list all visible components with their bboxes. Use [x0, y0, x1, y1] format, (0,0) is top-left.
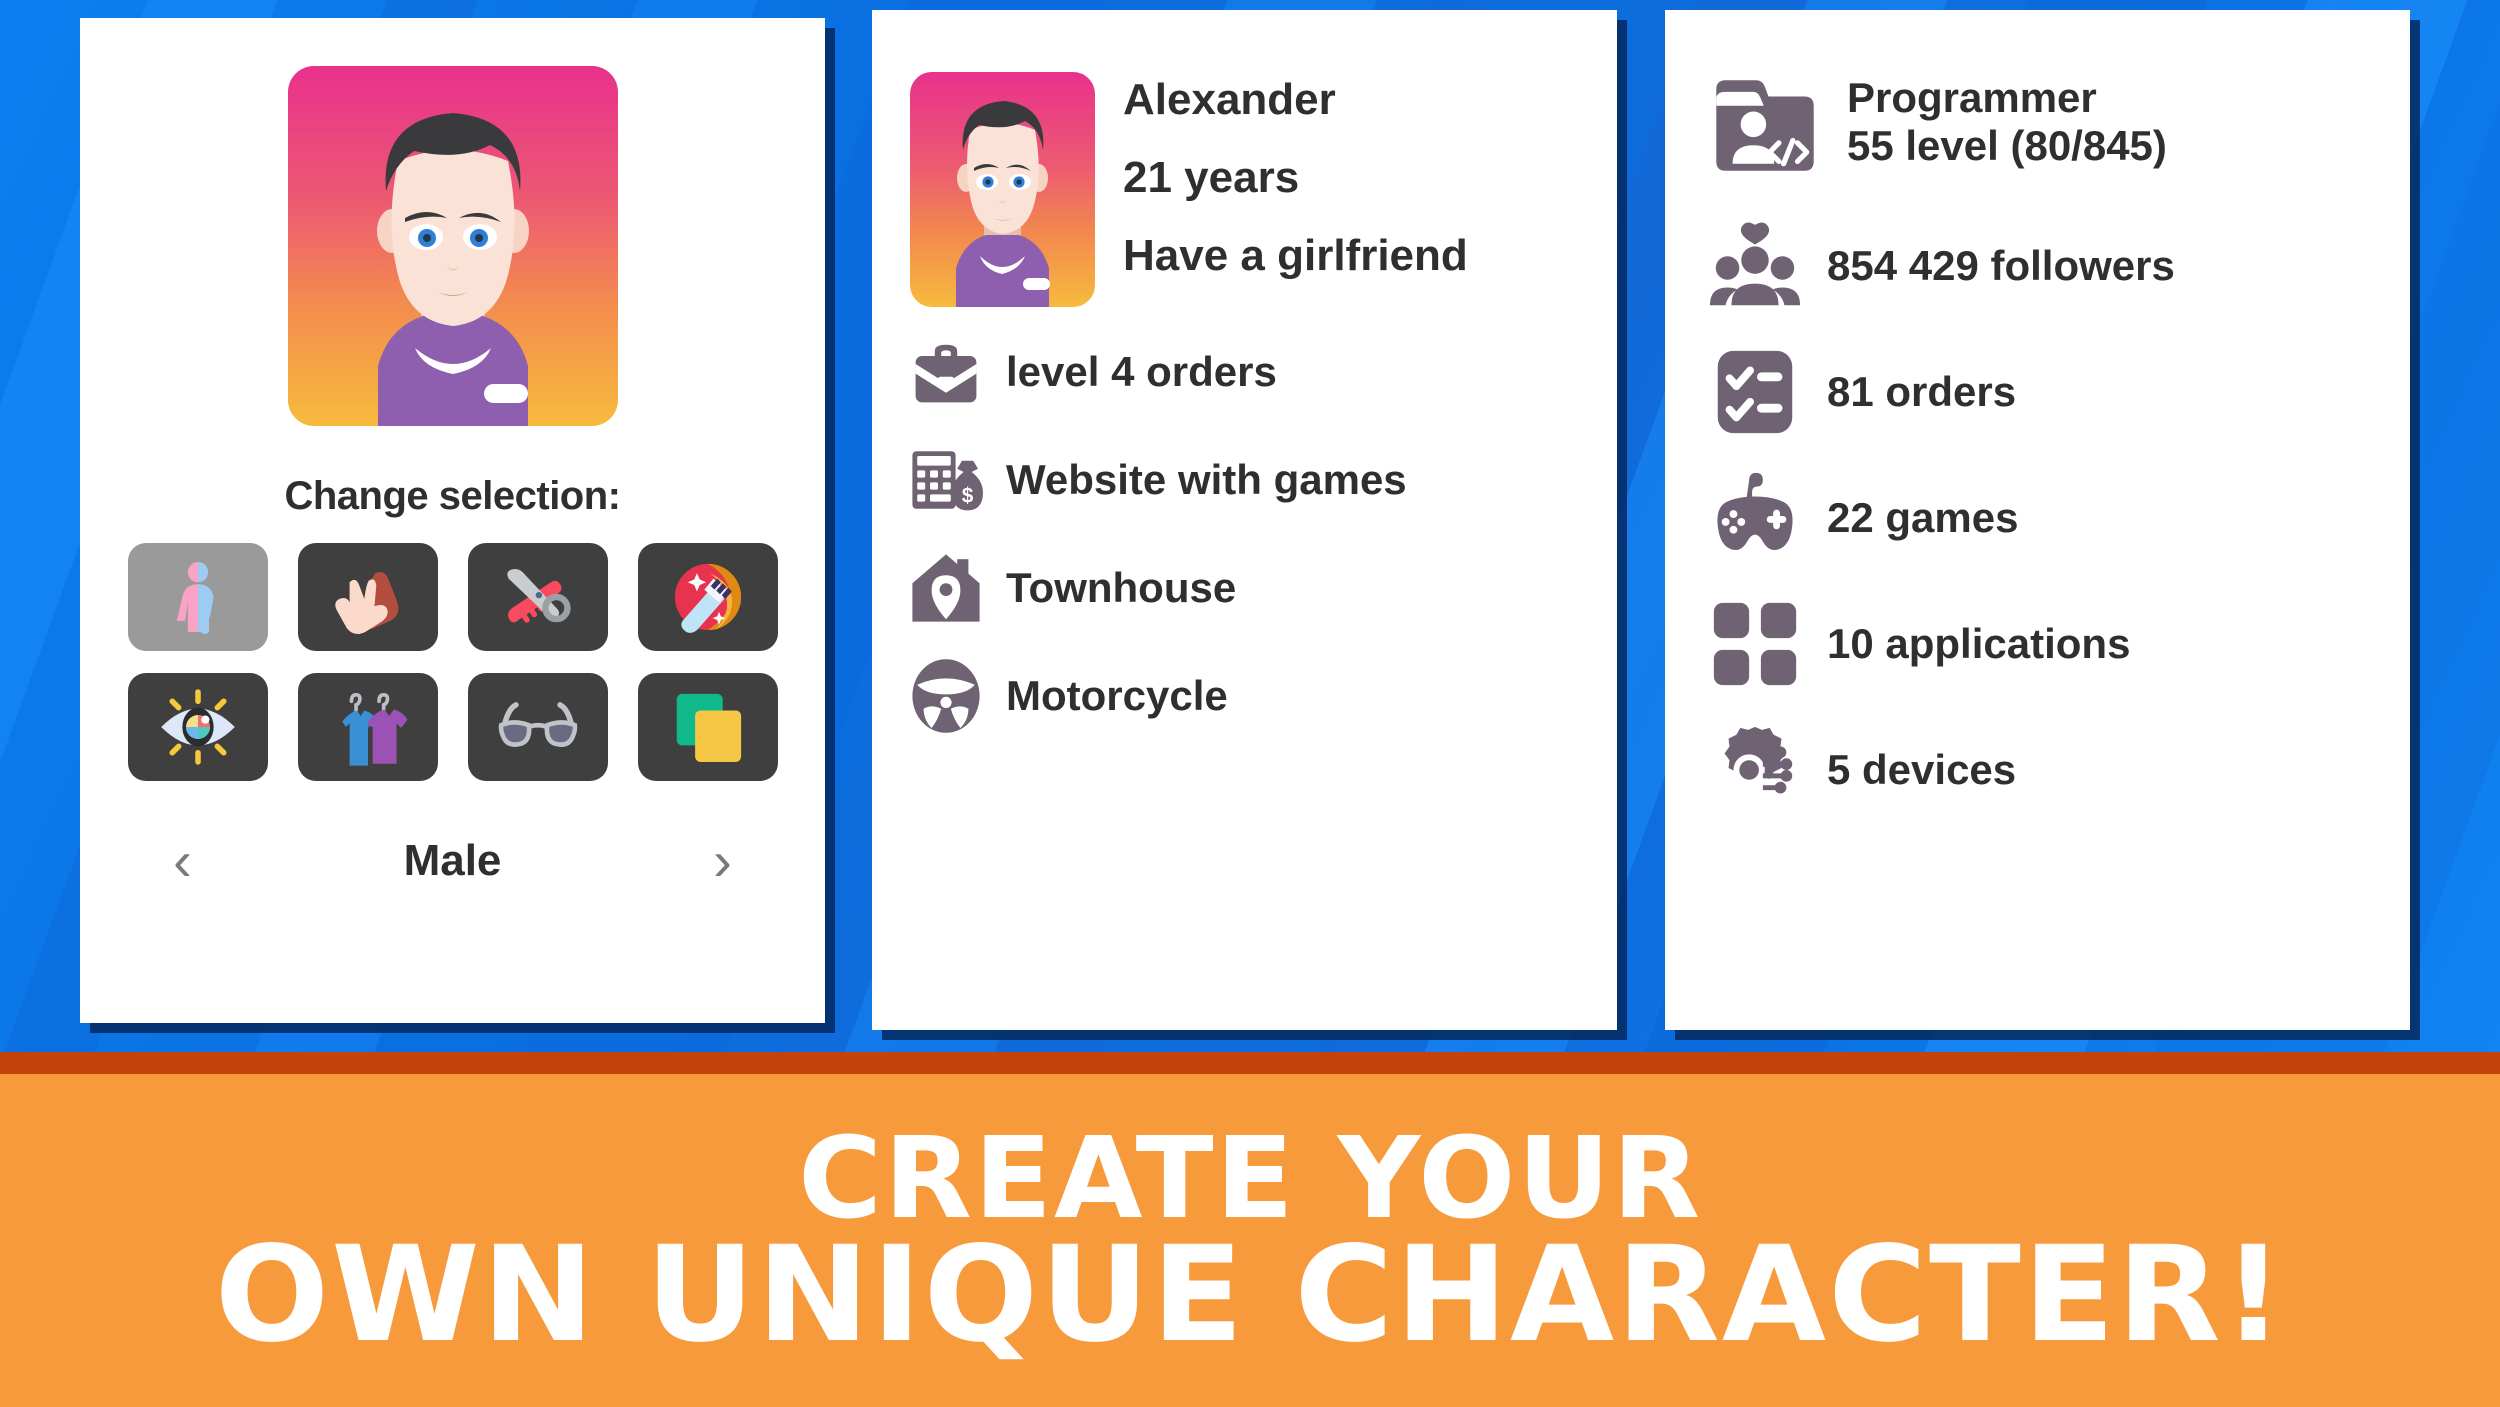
gamepad-icon: [1699, 462, 1811, 574]
list-item: 22 games: [1699, 462, 2410, 574]
devices-gear-icon: [1699, 714, 1811, 826]
character-customization-card: Change selection: ‹ Male ›: [80, 18, 825, 1023]
apps-grid-icon: [1699, 588, 1811, 700]
steering-wheel-icon: [900, 650, 992, 742]
list-item: Programmer 55 level (80/845): [1699, 56, 2410, 188]
profile-header-texts: Alexander 21 years Have a girlfriend: [1123, 72, 1468, 312]
haircut-icon-tile[interactable]: [467, 543, 608, 651]
hair-color-icon-tile[interactable]: [637, 543, 778, 651]
profile-header: Alexander 21 years Have a girlfriend: [872, 10, 1617, 312]
clothes-icon-tile[interactable]: [297, 673, 438, 781]
list-item: 81 orders: [1699, 336, 2410, 448]
svg-text:$: $: [962, 484, 974, 507]
next-arrow-icon[interactable]: ›: [692, 833, 752, 889]
character-relationship: Have a girlfriend: [1123, 231, 1468, 280]
gender-icon: [152, 551, 244, 643]
skin-tone-icon: [322, 551, 414, 643]
list-item: 5 devices: [1699, 714, 2410, 826]
list-item: Townhouse: [900, 542, 1617, 634]
stats-list: Programmer 55 level (80/845) 854 429 fol…: [1665, 10, 2410, 826]
profile-info-list: level 4 orders $ Website with games Town…: [872, 312, 1617, 742]
character-stats-card: Programmer 55 level (80/845) 854 429 fol…: [1665, 10, 2410, 1030]
programmer-folder-icon: [1699, 56, 1831, 188]
list-item-label: 22 games: [1827, 494, 2019, 541]
list-item-label: Motorcycle: [1006, 672, 1228, 719]
list-item: 854 429 followers: [1699, 210, 2410, 322]
character-age: 21 years: [1123, 153, 1300, 202]
character-profile-card: Alexander 21 years Have a girlfriend lev…: [872, 10, 1617, 1030]
skin-tone-icon-tile[interactable]: [297, 543, 438, 651]
house-pin-icon: [900, 542, 992, 634]
list-item-label: 5 devices: [1827, 746, 2017, 793]
list-item-label: 81 orders: [1827, 368, 2017, 415]
list-item: $ Website with games: [900, 434, 1617, 526]
haircut-icon: [492, 551, 584, 643]
list-item-label: 10 applications: [1827, 620, 2131, 667]
change-selection-label: Change selection:: [284, 474, 621, 518]
background-icon-tile[interactable]: [637, 673, 778, 781]
gender-value: Male: [403, 836, 502, 885]
eye-color-icon-tile[interactable]: [127, 673, 268, 781]
money-bag-icon: $: [900, 434, 992, 526]
list-item-label: Townhouse: [1006, 564, 1237, 611]
customization-icon-grid: [127, 543, 778, 781]
followers-icon: [1699, 210, 1811, 322]
character-name: Alexander: [1123, 75, 1336, 124]
hair-color-icon: [662, 551, 754, 643]
list-item: 10 applications: [1699, 588, 2410, 700]
list-item: Motorcycle: [900, 650, 1617, 742]
banner-line-1: Create your: [797, 1114, 1703, 1245]
prev-arrow-icon[interactable]: ‹: [153, 833, 213, 889]
gender-icon-tile[interactable]: [127, 543, 268, 651]
character-avatar-small: [910, 72, 1095, 307]
list-item-label: 854 429 followers: [1827, 242, 2175, 289]
banner-line-2: own unique character!: [214, 1218, 2286, 1373]
eye-color-icon: [152, 681, 244, 773]
briefcase-icon: [900, 326, 992, 418]
job-level: 55 level (80/845): [1847, 122, 2167, 169]
cards-row: Change selection: ‹ Male › Alexander 21 …: [0, 0, 2500, 1052]
list-item-label: Programmer 55 level (80/845): [1847, 74, 2167, 170]
checklist-icon: [1699, 336, 1811, 448]
list-item-label: Website with games: [1006, 456, 1407, 503]
clothes-icon: [322, 681, 414, 773]
job-title: Programmer: [1847, 74, 2097, 121]
list-item-label: level 4 orders: [1006, 348, 1277, 395]
background-icon: [662, 681, 754, 773]
list-item: level 4 orders: [900, 326, 1617, 418]
banner-top-rule: [0, 1052, 2500, 1074]
gender-selector: ‹ Male ›: [153, 833, 753, 889]
character-avatar-large[interactable]: [287, 66, 618, 426]
glasses-icon: [492, 681, 584, 773]
glasses-icon-tile[interactable]: [467, 673, 608, 781]
promo-banner: Create your own unique character!: [0, 1052, 2500, 1407]
